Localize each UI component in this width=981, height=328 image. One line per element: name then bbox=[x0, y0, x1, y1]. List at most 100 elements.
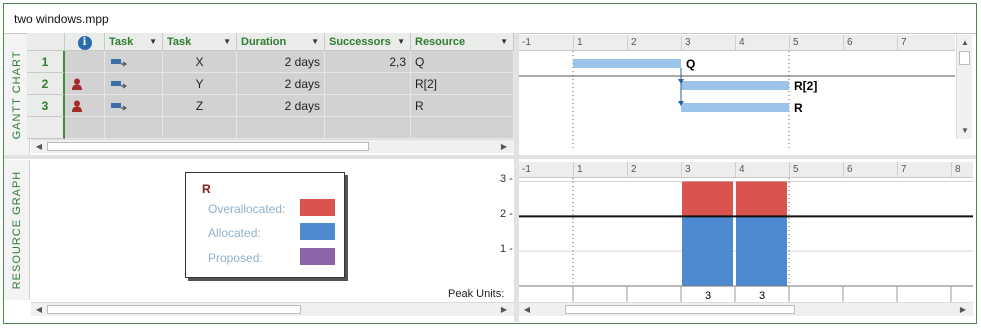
task-mode-cell[interactable] bbox=[105, 95, 163, 117]
legend-proposed-label: Proposed: bbox=[208, 251, 263, 265]
y-axis-tick-label: 3 - bbox=[500, 173, 513, 186]
scroll-right-arrow-icon[interactable]: ▶ bbox=[498, 141, 510, 153]
overallocated-bar[interactable] bbox=[682, 181, 733, 217]
successors-cell[interactable]: 2,3 bbox=[325, 51, 411, 73]
overallocated-person-icon bbox=[72, 78, 82, 90]
gantt-table: i Task ▼ Task ▼ Duration ▼ Successors ▼ Reso… bbox=[27, 33, 514, 139]
gantt-task-bar[interactable] bbox=[681, 81, 789, 90]
scrollbar-thumb[interactable] bbox=[47, 142, 369, 151]
scroll-left-arrow-icon[interactable]: ◀ bbox=[33, 141, 45, 153]
resource-timescale-tick: 7 bbox=[897, 162, 951, 178]
scrollbar-thumb[interactable] bbox=[565, 305, 795, 314]
task-mode-cell[interactable] bbox=[105, 117, 163, 139]
legend-allocated-label: Allocated: bbox=[208, 226, 261, 240]
resource-timescale-tick: 6 bbox=[843, 162, 897, 178]
resource-graph-pane-label[interactable]: RESOURCE GRAPH bbox=[4, 160, 30, 300]
gantt-timescale-tick: 5 bbox=[789, 35, 843, 51]
header-resource[interactable]: Resource ▼ bbox=[411, 33, 514, 51]
task-name-cell[interactable]: Y bbox=[163, 73, 237, 95]
gantt-task-bar[interactable] bbox=[573, 59, 681, 68]
resource-timescale-tick: 3 bbox=[681, 162, 735, 178]
gantt-timescale-tick: 7 bbox=[897, 35, 951, 51]
gantt-task-bar[interactable] bbox=[681, 103, 789, 112]
row-number[interactable]: 1 bbox=[27, 51, 65, 73]
scroll-right-arrow-icon[interactable]: ▶ bbox=[957, 304, 969, 316]
indicator-cell[interactable] bbox=[65, 73, 105, 95]
resource-cell[interactable]: R[2] bbox=[411, 73, 514, 95]
resource-graph-hscrollbar[interactable]: ◀ ▶ bbox=[519, 302, 973, 316]
peak-units-value: 3 bbox=[705, 290, 711, 302]
legend-allocated-swatch bbox=[300, 223, 335, 240]
task-name-cell[interactable]: Z bbox=[163, 95, 237, 117]
header-duration[interactable]: Duration ▼ bbox=[237, 33, 325, 51]
row-number[interactable]: 2 bbox=[27, 73, 65, 95]
task-name-cell[interactable] bbox=[163, 117, 237, 139]
indicator-cell[interactable] bbox=[65, 51, 105, 73]
scrollbar-thumb[interactable] bbox=[959, 51, 970, 65]
resource-graph-chart[interactable]: 33 bbox=[519, 178, 973, 302]
scroll-left-arrow-icon[interactable]: ◀ bbox=[521, 304, 533, 316]
scrollbar-thumb[interactable] bbox=[47, 305, 301, 314]
info-icon: i bbox=[77, 36, 92, 50]
resource-timescale-tick: 4 bbox=[735, 162, 789, 178]
chevron-down-icon[interactable]: ▼ bbox=[500, 33, 508, 51]
peak-units-value: 3 bbox=[759, 290, 765, 302]
gantt-timescale-tick: -1 bbox=[522, 37, 531, 48]
indicator-cell[interactable] bbox=[65, 117, 105, 139]
header-indicators[interactable]: i bbox=[65, 33, 105, 51]
resource-timescale: -1 1 2 3 4 5 6 7 8 bbox=[519, 162, 973, 178]
window-titlebar: two windows.mpp bbox=[4, 4, 976, 34]
indicator-cell[interactable] bbox=[65, 95, 105, 117]
view-horizontal-splitter[interactable] bbox=[4, 155, 976, 159]
row-number[interactable]: 3 bbox=[27, 95, 65, 117]
auto-scheduled-task-icon bbox=[111, 59, 127, 67]
task-name-cell[interactable]: X bbox=[163, 51, 237, 73]
chevron-down-icon[interactable]: ▼ bbox=[311, 33, 319, 51]
row-number[interactable] bbox=[27, 117, 65, 139]
scroll-left-arrow-icon[interactable]: ◀ bbox=[33, 304, 45, 316]
legend-proposed-swatch bbox=[300, 248, 335, 265]
header-successors[interactable]: Successors ▼ bbox=[325, 33, 411, 51]
y-axis-tick-label: 1 - bbox=[500, 243, 513, 256]
gantt-table-hscrollbar[interactable]: ◀ ▶ bbox=[31, 139, 514, 153]
resource-cell[interactable] bbox=[411, 117, 514, 139]
scroll-up-arrow-icon[interactable]: ▲ bbox=[959, 37, 971, 49]
task-mode-cell[interactable] bbox=[105, 73, 163, 95]
resource-graph-legend[interactable]: R Overallocated: Allocated: Proposed: bbox=[185, 172, 345, 278]
header-select-all[interactable] bbox=[27, 33, 65, 51]
gantt-chart-area[interactable]: Q R[2] R bbox=[519, 51, 955, 151]
gantt-timescale-tick: 3 bbox=[681, 35, 735, 51]
duration-cell[interactable]: 2 days bbox=[237, 73, 325, 95]
resource-sheet-hscrollbar[interactable]: ◀ ▶ bbox=[31, 302, 514, 316]
gantt-bar-resource-label: R bbox=[794, 101, 803, 115]
legend-overallocated-swatch bbox=[300, 199, 335, 216]
duration-cell[interactable]: 2 days bbox=[237, 51, 325, 73]
gantt-timescale-tick: 1 bbox=[573, 35, 627, 51]
chevron-down-icon[interactable]: ▼ bbox=[223, 33, 231, 51]
resource-cell[interactable]: R bbox=[411, 95, 514, 117]
resource-timescale-tick: -1 bbox=[522, 164, 531, 175]
allocated-bar[interactable] bbox=[682, 216, 733, 286]
chevron-down-icon[interactable]: ▼ bbox=[397, 33, 405, 51]
gantt-timescale-tick: 6 bbox=[843, 35, 897, 51]
task-mode-cell[interactable] bbox=[105, 51, 163, 73]
legend-overallocated-label: Overallocated: bbox=[208, 202, 286, 216]
duration-cell[interactable]: 2 days bbox=[237, 95, 325, 117]
allocated-bar[interactable] bbox=[736, 216, 787, 286]
chevron-down-icon[interactable]: ▼ bbox=[149, 33, 157, 51]
gantt-timescale-tick: 4 bbox=[735, 35, 789, 51]
successors-cell[interactable] bbox=[325, 73, 411, 95]
resource-timescale-tick: 5 bbox=[789, 162, 843, 178]
header-task-name[interactable]: Task ▼ bbox=[163, 33, 237, 51]
gantt-vscrollbar[interactable]: ▲ ▼ bbox=[956, 35, 972, 139]
header-task-mode[interactable]: Task ▼ bbox=[105, 33, 163, 51]
gantt-bar-resource-label: Q bbox=[686, 57, 695, 71]
scroll-right-arrow-icon[interactable]: ▶ bbox=[498, 304, 510, 316]
duration-cell[interactable] bbox=[237, 117, 325, 139]
successors-cell[interactable] bbox=[325, 95, 411, 117]
successors-cell[interactable] bbox=[325, 117, 411, 139]
scroll-down-arrow-icon[interactable]: ▼ bbox=[959, 125, 971, 137]
auto-scheduled-task-icon bbox=[111, 103, 127, 111]
resource-cell[interactable]: Q bbox=[411, 51, 514, 73]
overallocated-bar[interactable] bbox=[736, 181, 787, 217]
